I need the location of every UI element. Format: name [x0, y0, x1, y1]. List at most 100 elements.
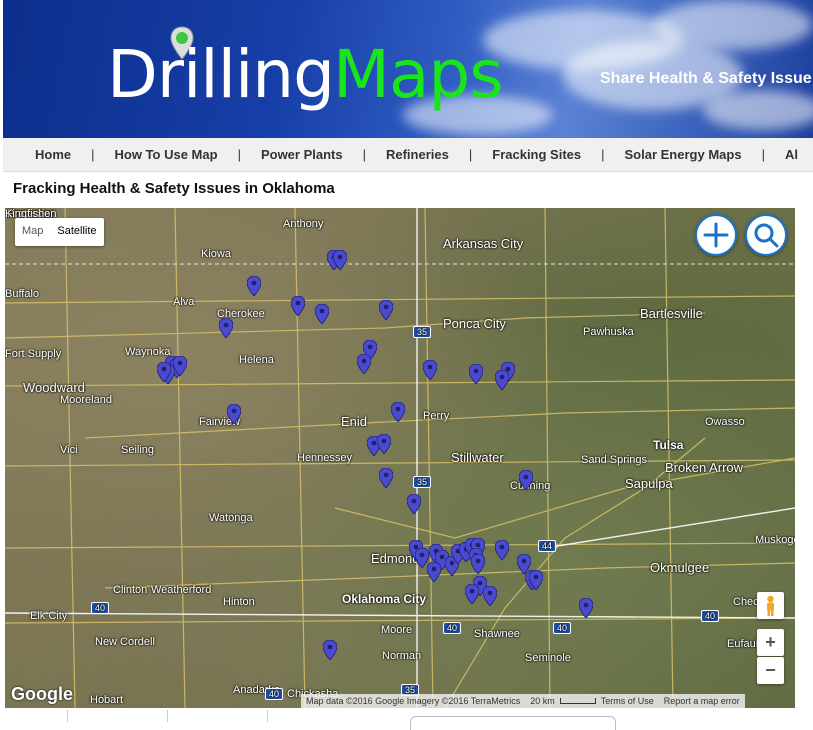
map-marker-icon[interactable]	[529, 570, 543, 590]
place-label: New Cordell	[95, 636, 155, 648]
map-marker-icon[interactable]	[495, 370, 509, 390]
terms-of-use-link[interactable]: Terms of Use	[596, 696, 659, 706]
report-map-error-link[interactable]: Report a map error	[659, 696, 745, 706]
map-marker-icon[interactable]	[219, 318, 233, 338]
place-label: Helena	[239, 354, 274, 366]
place-label: Perry	[423, 410, 450, 422]
nav-fracking-sites[interactable]: Fracking Sites	[492, 147, 581, 162]
footer-tabs	[5, 708, 795, 730]
place-label: Broken Arrow	[665, 460, 744, 475]
place-label: Bartlesville	[640, 306, 703, 321]
place-label: Elk City	[30, 610, 68, 622]
map-marker-icon[interactable]	[357, 354, 371, 374]
place-label: Kiowa	[201, 248, 231, 260]
map-marker-icon[interactable]	[379, 300, 393, 320]
place-label: Ponca City	[443, 316, 506, 331]
place-label: Weatherford	[151, 584, 212, 596]
highway-shield: 40	[553, 622, 572, 634]
place-label: Sapulpa	[625, 476, 673, 491]
place-label: Moore	[381, 624, 413, 636]
nav-solar-energy-maps[interactable]: Solar Energy Maps	[625, 147, 742, 162]
map-canvas[interactable]: Protection Anthony Kiowa Arkansas City Alva C…	[5, 208, 795, 708]
nav-separator: |	[237, 147, 241, 162]
place-label: Hinton	[223, 596, 255, 608]
place-label: Clinton	[113, 584, 148, 596]
map-marker-icon[interactable]	[469, 364, 483, 384]
highway-shield: 40	[91, 602, 110, 614]
place-label: Hennessey	[297, 452, 353, 464]
place-label: Arkansas City	[443, 236, 524, 251]
map-marker-icon[interactable]	[333, 250, 347, 270]
map-marker-icon[interactable]	[579, 598, 593, 618]
nav-refineries[interactable]: Refineries	[386, 147, 449, 162]
map-scale: 20 km	[530, 696, 555, 706]
map-marker-icon[interactable]	[173, 356, 187, 376]
place-label: Tulsa	[653, 438, 684, 452]
place-label: Hobart	[90, 694, 124, 706]
map-marker-icon[interactable]	[407, 494, 421, 514]
nav-how-to-use-map[interactable]: How To Use Map	[115, 147, 218, 162]
place-label: Seiling	[121, 444, 155, 456]
place-label: Buffalo	[5, 288, 40, 300]
map-attribution: Map data ©2016 Google Imagery ©2016 Terr…	[301, 694, 745, 708]
place-label: Owasso	[705, 416, 745, 428]
plus-icon	[703, 222, 729, 248]
pegman-icon	[767, 595, 774, 616]
map-marker-icon[interactable]	[427, 562, 441, 582]
map-type-map-button[interactable]: Map	[15, 218, 50, 246]
map-marker-icon[interactable]	[247, 276, 261, 296]
main-nav: Home | How To Use Map | Power Plants | R…	[3, 138, 813, 172]
place-label: Oklahoma City	[342, 592, 427, 606]
map-marker-icon[interactable]	[465, 584, 479, 604]
place-label: Vici	[60, 444, 78, 456]
highway-shield: 44	[538, 540, 557, 552]
place-label: Muskogee	[755, 534, 795, 546]
place-label: Stillwater	[451, 450, 504, 465]
map-marker-icon[interactable]	[291, 296, 305, 316]
highway-shield: 40	[265, 688, 284, 700]
map-marker-icon[interactable]	[323, 640, 337, 660]
map-marker-icon[interactable]	[423, 360, 437, 380]
map-marker-icon[interactable]	[315, 304, 329, 324]
place-label: Waynoka	[125, 346, 171, 358]
map-search-button[interactable]	[745, 214, 787, 256]
header-tagline: Share Health & Safety Issue	[600, 70, 812, 87]
map-marker-icon[interactable]	[379, 468, 393, 488]
page-title: Fracking Health & Safety Issues in Oklah…	[13, 180, 335, 197]
logo-word-maps: Maps	[333, 36, 504, 113]
nav-separator: |	[761, 147, 765, 162]
footer-input-box[interactable]	[410, 716, 616, 730]
nav-separator: |	[601, 147, 605, 162]
map-type-satellite-button[interactable]: Satellite	[50, 218, 103, 246]
map-marker-icon[interactable]	[483, 586, 497, 606]
map-marker-icon[interactable]	[519, 470, 533, 490]
nav-power-plants[interactable]: Power Plants	[261, 147, 343, 162]
street-view-button[interactable]	[757, 592, 784, 619]
map-marker-icon[interactable]	[471, 554, 485, 574]
place-label: Sand Springs	[581, 454, 648, 466]
highway-shield: 35	[413, 326, 432, 338]
place-label: Mooreland	[60, 394, 112, 406]
map-marker-icon[interactable]	[391, 402, 405, 422]
nav-separator: |	[468, 147, 473, 162]
place-label: Woodward	[23, 380, 85, 395]
zoom-in-button[interactable]: +	[757, 629, 784, 656]
place-label: Seminole	[525, 652, 571, 664]
map-marker-icon[interactable]	[495, 540, 509, 560]
header-banner: Drilling Maps Share Health & Safety Issu…	[3, 0, 813, 138]
place-label: Fort Supply	[5, 348, 62, 360]
map-marker-icon[interactable]	[377, 434, 391, 454]
map-marker-icon[interactable]	[157, 362, 171, 382]
zoom-out-button[interactable]: −	[757, 657, 784, 684]
highway-shield: 40	[443, 622, 462, 634]
nav-home[interactable]: Home	[35, 147, 71, 162]
map-type-control: Map Satellite	[15, 218, 104, 246]
map-marker-icon[interactable]	[227, 404, 241, 424]
add-report-button[interactable]	[695, 214, 737, 256]
place-label: Okmulgee	[650, 560, 710, 575]
scale-bar	[559, 698, 596, 704]
highway-shield: 35	[413, 476, 432, 488]
nav-more[interactable]: Al	[785, 147, 798, 162]
place-label: Anthony	[283, 218, 324, 230]
place-label: Enid	[341, 414, 368, 429]
